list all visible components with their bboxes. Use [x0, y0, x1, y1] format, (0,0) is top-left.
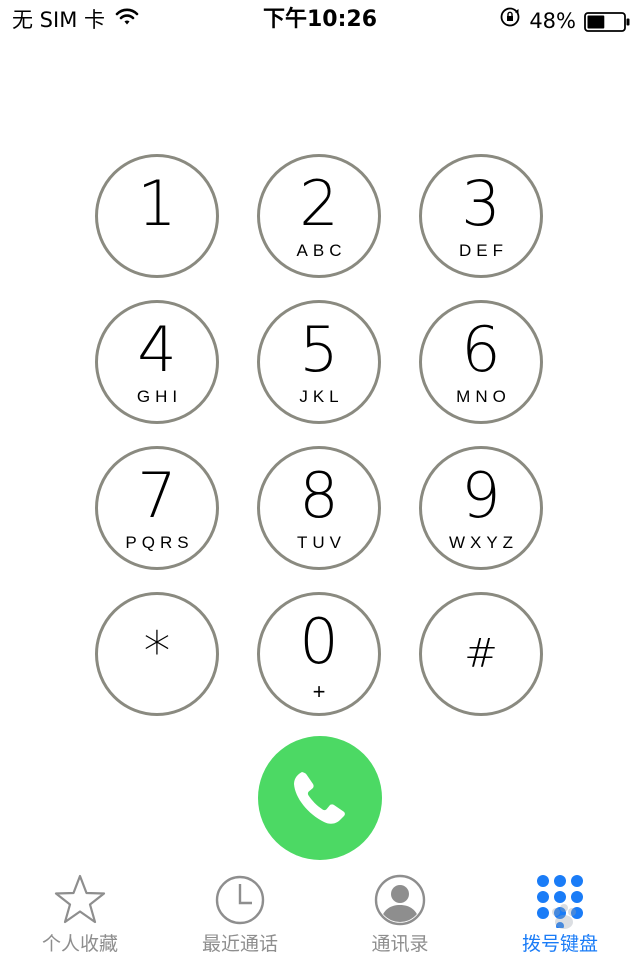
key-hash[interactable]: #: [419, 592, 543, 716]
key-digit: 6: [461, 313, 501, 386]
dial-keypad: 1 2 ABC 3 DEF 4 GHI 5 JKL 6 MNO 7 PQRS 8…: [0, 0, 640, 960]
phone-icon: [294, 772, 345, 824]
key-digit: 8: [299, 459, 339, 532]
key-digit: 1: [137, 167, 177, 240]
key-digit: 2: [299, 167, 339, 240]
key-digit: 0: [299, 605, 339, 678]
key-digit: #: [464, 631, 498, 677]
key-3[interactable]: 3 DEF: [419, 154, 543, 278]
key-digit: *: [143, 620, 171, 683]
key-letters: WXYZ: [448, 533, 519, 552]
tab-keypad[interactable]: 拨号键盘: [480, 864, 640, 960]
contact-icon: [372, 872, 428, 932]
key-letters: MNO: [456, 387, 511, 406]
tab-label: 最近通话: [201, 933, 278, 955]
star-icon: [52, 872, 108, 932]
key-6[interactable]: 6 MNO: [419, 300, 543, 424]
key-0[interactable]: 0 +: [257, 592, 381, 716]
key-letters: ABC: [296, 241, 347, 260]
key-letters: DEF: [459, 241, 508, 260]
key-digit: 3: [461, 167, 501, 240]
key-letters: PQRS: [125, 533, 194, 552]
tab-favorites[interactable]: 个人收藏: [0, 864, 160, 960]
key-4[interactable]: 4 GHI: [95, 300, 219, 424]
key-plus: +: [312, 679, 326, 704]
key-2[interactable]: 2 ABC: [257, 154, 381, 278]
tab-label: 拨号键盘: [521, 933, 598, 955]
key-digit: 5: [299, 313, 339, 386]
key-digit: 9: [461, 459, 501, 532]
key-letters: JKL: [299, 387, 344, 406]
key-digit: 7: [137, 459, 177, 532]
key-7[interactable]: 7 PQRS: [95, 446, 219, 570]
tab-bar: 个人收藏 最近通话 通讯录 拨号键盘: [0, 864, 640, 960]
tab-contacts[interactable]: 通讯录: [320, 864, 480, 960]
keypad-icon: [532, 872, 588, 932]
call-button[interactable]: [258, 736, 382, 860]
key-letters: TUV: [297, 533, 346, 552]
key-9[interactable]: 9 WXYZ: [419, 446, 543, 570]
tab-recents[interactable]: 最近通话: [160, 864, 320, 960]
key-8[interactable]: 8 TUV: [257, 446, 381, 570]
key-letters: GHI: [136, 387, 183, 406]
key-5[interactable]: 5 JKL: [257, 300, 381, 424]
key-star[interactable]: *: [95, 592, 219, 716]
clock-icon: [212, 872, 268, 932]
key-digit: 4: [137, 313, 177, 386]
tab-label: 通讯录: [371, 933, 429, 955]
tab-label: 个人收藏: [41, 933, 118, 955]
key-1[interactable]: 1: [95, 154, 219, 278]
